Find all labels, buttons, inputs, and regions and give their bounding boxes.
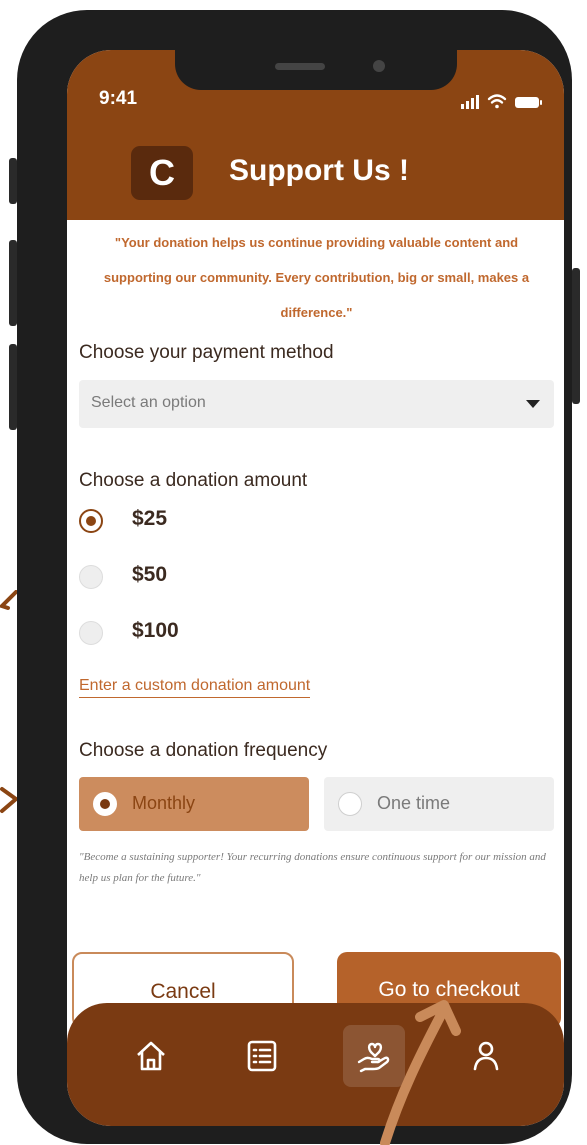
side-button-volume-down [9, 344, 17, 430]
battery-icon [515, 97, 542, 108]
camera [373, 60, 385, 72]
intro-text: "Your donation helps us continue providi… [103, 235, 530, 320]
status-icons [461, 94, 542, 109]
user-icon [473, 1041, 499, 1071]
tab-home[interactable] [120, 1025, 182, 1087]
app-logo: C [131, 146, 193, 200]
radio-button-selected[interactable] [79, 509, 103, 533]
amount-option-25[interactable]: $25 [79, 504, 279, 540]
payment-method-select[interactable]: Select an option [79, 380, 554, 428]
side-button-volume-up [9, 240, 17, 326]
status-time: 9:41 [99, 88, 138, 109]
tab-list[interactable] [231, 1025, 293, 1087]
custom-amount-link[interactable]: Enter a custom donation amount [79, 677, 311, 698]
amount-option-100[interactable]: $100 [79, 616, 279, 652]
amount-option-50[interactable]: $50 [79, 560, 279, 596]
amount-option-label: $25 [132, 507, 168, 530]
frequency-option-label: Monthly [132, 793, 196, 813]
donation-frequency-label: Choose a donation frequency [79, 740, 328, 761]
frequency-option-label: One time [377, 793, 451, 813]
phone-frame: 9:41 C Support Us ! "Your donation helps… [9, 10, 580, 1144]
side-button-mute [9, 158, 17, 204]
payment-method-label: Choose your payment method [79, 342, 334, 363]
home-icon [137, 1041, 165, 1071]
amount-option-label: $50 [132, 563, 168, 586]
speaker [275, 63, 325, 70]
radio-button[interactable] [338, 792, 362, 816]
side-button-power [572, 268, 580, 404]
decorative-pointer-arrow [380, 1000, 461, 1145]
radio-button[interactable] [79, 621, 103, 645]
list-icon [247, 1040, 277, 1072]
donation-amount-label: Choose a donation amount [79, 470, 308, 491]
notch [175, 50, 457, 90]
caret-down-icon [526, 400, 540, 408]
recurring-note: "Become a sustaining supporter! Your rec… [79, 851, 546, 884]
frequency-option-one-time[interactable]: One time [324, 777, 554, 831]
signal-icon [461, 95, 479, 109]
payment-method-placeholder: Select an option [91, 394, 206, 411]
frequency-option-monthly[interactable]: Monthly [79, 777, 309, 831]
radio-button-selected[interactable] [93, 792, 117, 816]
wifi-icon [487, 94, 507, 109]
bottom-tab-bar [67, 1003, 564, 1126]
radio-button[interactable] [79, 565, 103, 589]
amount-option-label: $100 [132, 619, 179, 642]
app-screen: 9:41 C Support Us ! "Your donation helps… [67, 50, 564, 1126]
page-title: Support Us ! [229, 154, 409, 187]
